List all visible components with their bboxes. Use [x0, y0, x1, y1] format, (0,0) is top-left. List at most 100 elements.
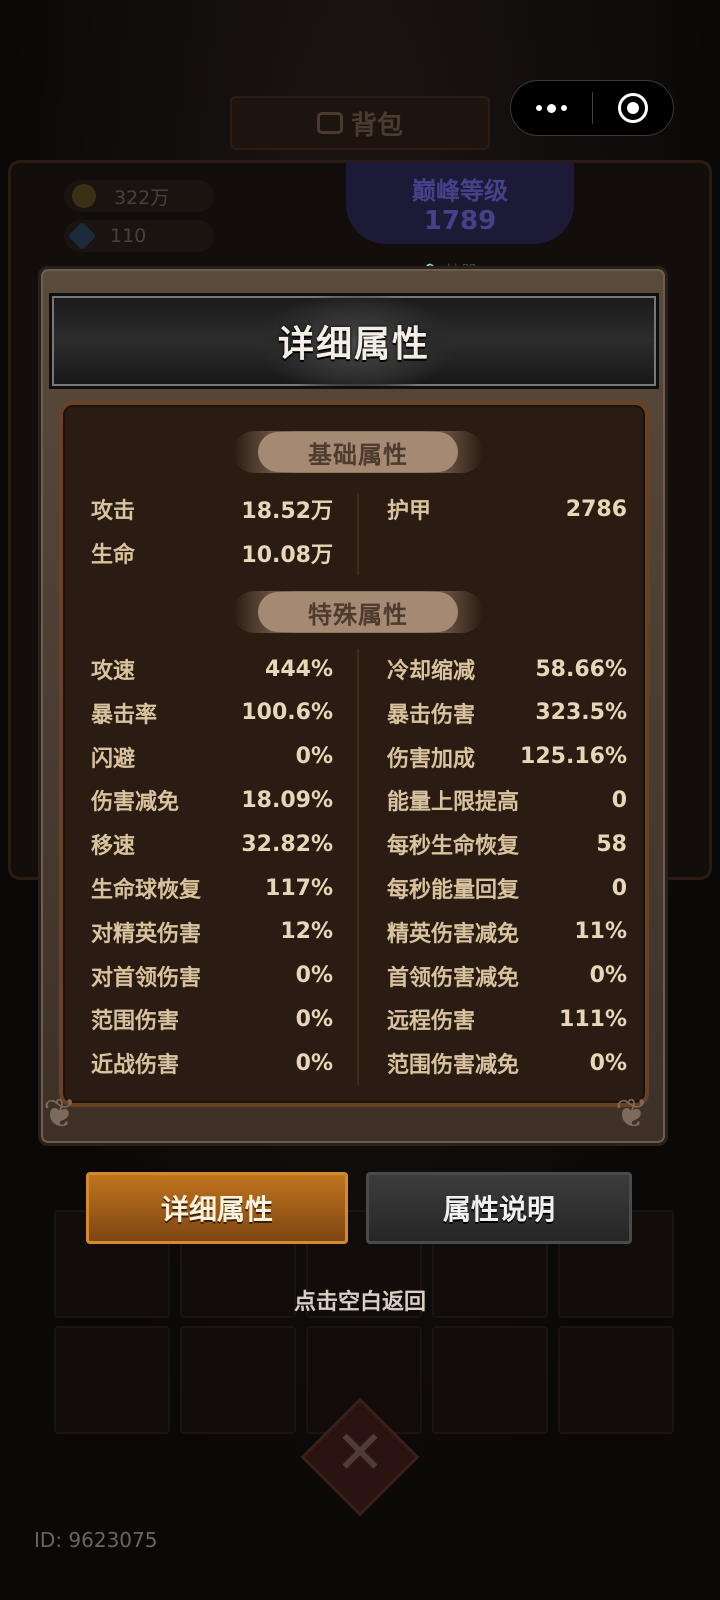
inventory-slot	[432, 1326, 548, 1434]
stat-name: 暴击率	[91, 702, 158, 728]
modal-title: 详细属性	[277, 324, 430, 365]
stat-value: 18.52万	[241, 499, 333, 524]
stat-name: 远程伤害	[387, 1009, 476, 1035]
tap-blank-to-return-hint[interactable]: 点击空白返回	[0, 1284, 720, 1316]
stat-value: 0%	[295, 1006, 333, 1032]
stat-value: 0	[611, 875, 627, 901]
attributes-modal: 详细属性 基础属性 攻击 18.52万 护甲 2786 生命 10.08万 特殊…	[38, 266, 668, 1146]
stat-name: 闪避	[91, 746, 136, 772]
stat-value: 0%	[295, 1050, 333, 1076]
column-divider	[357, 493, 359, 575]
coin-counter: 322万	[64, 180, 214, 212]
stat-name: 范围伤害减免	[387, 1053, 520, 1079]
modal-header: 详细属性	[49, 293, 659, 389]
inventory-slot	[558, 1326, 674, 1434]
peak-level-value: 1789	[423, 205, 497, 236]
stat-value: 323.5%	[535, 700, 627, 726]
stat-value: 444%	[265, 656, 333, 682]
bag-title: 背包	[230, 96, 490, 150]
stat-value: 58	[596, 831, 627, 857]
stat-name: 生命	[91, 543, 136, 568]
stat-row: 攻速 444%	[91, 649, 333, 689]
stat-row: 能量上限提高 0	[387, 780, 627, 820]
stat-value: 2786	[565, 496, 627, 522]
stat-row: 伤害加成 125.16%	[387, 737, 627, 777]
stat-row: 范围伤害减免 0%	[387, 1043, 627, 1083]
miniprogram-capsule	[510, 80, 674, 136]
coin-icon	[72, 184, 96, 208]
peak-level-title: 巅峰等级	[412, 176, 508, 205]
stat-value: 32.82%	[241, 831, 333, 857]
column-divider	[357, 649, 359, 1085]
tab-attribute-explanation[interactable]: 属性说明	[366, 1172, 632, 1244]
stat-row: 生命 10.08万	[91, 533, 333, 573]
stat-name: 对首领伤害	[91, 965, 202, 991]
stat-name: 冷却缩减	[387, 659, 476, 684]
bag-title-text: 背包	[350, 110, 403, 141]
stat-value: 111%	[559, 1006, 627, 1032]
peak-level-badge: 巅峰等级 1789	[346, 162, 574, 244]
inventory-slot	[180, 1326, 296, 1434]
stat-name: 护甲	[387, 499, 432, 524]
stat-name: 每秒能量回复	[387, 878, 520, 903]
stat-row: 每秒生命恢复 58	[387, 824, 627, 864]
stat-row: 对首领伤害 0%	[91, 956, 333, 996]
stat-value: 0	[611, 787, 627, 813]
stat-name: 近战伤害	[91, 1053, 180, 1079]
gem-value: 110	[110, 225, 147, 247]
stat-name: 伤害加成	[387, 746, 476, 772]
stat-row: 暴击率 100.6%	[91, 693, 333, 733]
stat-row: 移速 32.82%	[91, 824, 333, 864]
stat-row: 范围伤害 0%	[91, 999, 333, 1039]
stat-name: 攻速	[91, 659, 136, 684]
stat-row: 护甲 2786	[387, 489, 627, 529]
stat-name: 攻击	[91, 499, 136, 524]
corner-ornament: ❦	[615, 1091, 649, 1137]
stat-row: 精英伤害减免 11%	[387, 912, 627, 952]
inventory-slot	[54, 1326, 170, 1434]
screen[interactable]: 背包 322万 110 巅峰等级 1789 🔒 神器 ✕	[0, 0, 720, 1600]
stat-row: 近战伤害 0%	[91, 1043, 333, 1083]
stat-row: 每秒能量回复 0	[387, 868, 627, 908]
basic-section-banner: 基础属性	[233, 431, 483, 473]
stat-value: 0%	[589, 1050, 627, 1076]
stat-row: 暴击伤害 323.5%	[387, 693, 627, 733]
more-button[interactable]	[511, 80, 592, 136]
stat-name: 对精英伤害	[91, 921, 202, 947]
gem-icon	[67, 221, 97, 251]
stat-name: 暴击伤害	[387, 702, 476, 728]
stat-value: 0%	[589, 963, 627, 989]
stat-name: 移速	[91, 834, 136, 860]
stat-name: 范围伤害	[91, 1009, 180, 1035]
stat-name: 生命球恢复	[91, 878, 202, 903]
stat-row: 伤害减免 18.09%	[91, 780, 333, 820]
stat-name: 伤害减免	[91, 790, 180, 816]
battle-emblem-icon: ✕	[334, 1418, 386, 1488]
special-section-banner: 特殊属性	[233, 591, 483, 633]
stat-name: 精英伤害减免	[387, 921, 520, 947]
stat-row: 生命球恢复 117%	[91, 868, 333, 908]
stat-row: 冷却缩减 58.66%	[387, 649, 627, 689]
stat-value: 0%	[295, 963, 333, 989]
special-section-title: 特殊属性	[258, 592, 458, 632]
stat-value: 10.08万	[241, 543, 333, 568]
stat-name: 每秒生命恢复	[387, 834, 520, 860]
stat-value: 11%	[574, 919, 627, 945]
stat-row: 攻击 18.52万	[91, 489, 333, 529]
more-dots-icon	[535, 103, 567, 113]
stat-value: 117%	[265, 875, 333, 901]
stat-row: 对精英伤害 12%	[91, 912, 333, 952]
stat-value: 100.6%	[241, 700, 333, 726]
basic-section-title: 基础属性	[258, 432, 458, 472]
stat-name: 首领伤害减免	[387, 965, 520, 991]
stat-name: 能量上限提高	[387, 790, 520, 816]
tab-detailed-attributes[interactable]: 详细属性	[86, 1172, 348, 1244]
corner-ornament: ❦	[43, 1091, 77, 1137]
gem-counter: 110	[64, 220, 214, 252]
coin-value: 322万	[114, 186, 170, 209]
stat-value: 18.09%	[241, 787, 333, 813]
stat-row: 闪避 0%	[91, 737, 333, 777]
target-icon	[617, 93, 648, 123]
close-miniprogram-button[interactable]	[593, 80, 674, 136]
user-id-label: ID: 9623075	[34, 1528, 158, 1552]
